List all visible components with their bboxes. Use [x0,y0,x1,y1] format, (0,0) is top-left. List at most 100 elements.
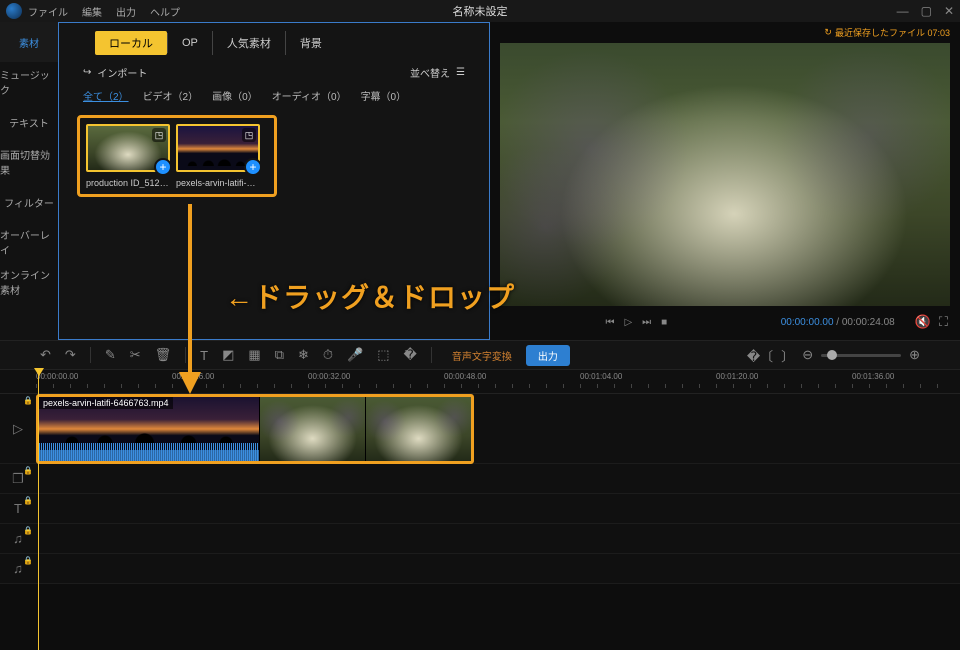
filter-video[interactable]: ビデオ（2） [143,88,199,103]
play-button[interactable]: ▷ [624,317,632,328]
menu-edit[interactable]: 編集 [82,4,102,19]
media-panel: ローカル OP 人気素材 背景 ↪ インポート 並べ替え ☰ 全て（2） ビデオ… [58,22,490,340]
text-tool-icon[interactable]: T [200,348,208,363]
freeze-icon[interactable]: ❄ [298,347,309,363]
undo-button[interactable]: ↶ [40,347,51,363]
camera-icon: ◳ [152,128,166,142]
sort-icon[interactable]: ☰ [456,67,465,78]
delete-icon[interactable]: 🗑 [155,347,172,363]
thumb-caption: pexels-arvin-latifi-64... [176,178,260,188]
sidebar-tab-overlay[interactable]: オーバーレイ [0,222,58,262]
media-thumb[interactable]: ◳ + production ID_51263... [86,124,170,188]
text-track[interactable]: T🔒 [0,494,960,524]
app-logo-icon [6,3,22,19]
timeline-clip-highlight[interactable]: pexels-arvin-latifi-6466763.mp4 [36,394,474,464]
edit-icon[interactable]: ✎ [105,347,116,363]
track-head-video[interactable]: ▷ 🔒 [0,394,36,463]
marker-in-icon[interactable]: �〔 [747,346,773,365]
window-close-button[interactable]: ✕ [944,4,954,18]
media-tab-background[interactable]: 背景 [285,31,336,55]
lock-icon[interactable]: 🔒 [23,556,33,565]
ruler-tick: 00:00:48.00 [444,372,486,381]
mute-icon[interactable]: 🔇 [915,314,931,330]
sidebar-tab-media[interactable]: 素材 [0,22,58,62]
track-head-audio2[interactable]: ♫🔒 [0,554,36,583]
video-track-icon: ▷ [13,421,23,437]
sidebar-tab-transition[interactable]: 画面切替効果 [0,142,58,182]
autosave-status: ↻ 最近保存したファイル 07:03 [490,22,960,39]
record-icon[interactable]: ⬚ [377,347,389,363]
window-maximize-button[interactable]: ▢ [921,4,932,18]
clip-segment[interactable] [259,397,365,461]
title-bar: ファイル 編集 出力 ヘルプ 名称未設定 — ▢ ✕ [0,0,960,22]
audio-track[interactable]: ♫🔒 [0,524,960,554]
lock-icon[interactable]: 🔒 [23,526,33,535]
media-tab-local[interactable]: ローカル [95,31,167,55]
menu-help[interactable]: ヘルプ [150,4,180,19]
window-minimize-button[interactable]: — [897,4,909,18]
color-icon[interactable]: �َ [404,347,417,363]
import-button[interactable]: インポート [97,65,147,80]
prev-frame-button[interactable]: ⏮ [605,317,614,328]
audio-track-icon: ♫ [13,531,23,546]
screenshot-icon[interactable]: ⧉ [275,347,284,363]
filter-image[interactable]: 画像（0） [212,88,258,103]
audio-track-icon: ♫ [13,561,23,576]
timeline-toolbar: ↶ ↷ ✎ ✂ 🗑 T ◩ ▦ ⧉ ❄ ⏱ 🎤 ⬚ �َ 音声文字変換 出力 �… [0,340,960,370]
voice-icon[interactable]: 🎤 [347,347,363,363]
filter-audio[interactable]: オーディオ（0） [272,88,347,103]
sort-label[interactable]: 並べ替え [410,65,450,80]
clip-segment[interactable] [365,397,471,461]
zoom-in-icon[interactable]: ⊕ [909,347,920,363]
add-to-timeline-button[interactable]: + [244,158,262,176]
sidebar-tab-text[interactable]: テキスト [0,102,58,142]
next-frame-button[interactable]: ⏭ [642,317,651,328]
menu-output[interactable]: 出力 [116,4,136,19]
cut-icon[interactable]: ✂ [130,347,141,363]
zoom-out-icon[interactable]: ⊖ [802,347,813,363]
media-thumb[interactable]: ◳ + pexels-arvin-latifi-64... [176,124,260,188]
lock-icon[interactable]: 🔒 [23,496,33,505]
thumb-caption: production ID_51263... [86,178,170,188]
audio-waveform [39,443,259,461]
filter-subtitle[interactable]: 字幕（0） [361,88,407,103]
menu-file[interactable]: ファイル [28,4,68,19]
window-title: 名称未設定 [453,3,508,19]
stop-button[interactable]: ■ [661,317,667,328]
timecode-display: 00:00:00.00 / 00:00:24.08 [781,317,895,328]
lock-icon[interactable]: 🔒 [23,466,33,475]
speed-icon[interactable]: ⏱ [323,347,333,363]
preview-viewport[interactable] [500,43,950,306]
media-filter-row: 全て（2） ビデオ（2） 画像（0） オーディオ（0） 字幕（0） [59,84,489,111]
pip-track[interactable]: ❐🔒 [0,464,960,494]
timeline-ruler[interactable]: 00:00:00.0000:00:16.0000:00:32.0000:00:4… [0,370,960,394]
track-head-pip[interactable]: ❐🔒 [0,464,36,493]
video-track[interactable]: ▷ 🔒 pexels-arvin-latifi-6466763.mp4 [0,394,960,464]
media-tab-op[interactable]: OP [167,33,212,53]
ruler-tick: 00:00:32.00 [308,372,350,381]
ruler-tick: 00:00:16.00 [172,372,214,381]
fullscreen-icon[interactable]: ⛶ [939,314,948,330]
add-to-timeline-button[interactable]: + [154,158,172,176]
sidebar-tab-music[interactable]: ミュージック [0,62,58,102]
ruler-tick: 00:01:36.00 [852,372,894,381]
track-head-text[interactable]: T🔒 [0,494,36,523]
lock-icon[interactable]: 🔒 [23,396,33,405]
audio-track-2[interactable]: ♫🔒 [0,554,960,584]
crop-icon[interactable]: ◩ [222,347,234,363]
mosaic-icon[interactable]: ▦ [248,347,260,363]
filter-all[interactable]: 全て（2） [83,88,129,103]
track-head-audio[interactable]: ♫🔒 [0,524,36,553]
autosave-icon: ↻ [824,27,832,38]
timeline: 00:00:00.0000:00:16.0000:00:32.0000:00:4… [0,370,960,584]
playhead[interactable] [38,370,39,650]
clip-segment[interactable]: pexels-arvin-latifi-6466763.mp4 [39,397,259,461]
media-tab-popular[interactable]: 人気素材 [212,31,285,55]
export-button[interactable]: 出力 [526,345,570,366]
sidebar-tab-online[interactable]: オンライン素材 [0,262,58,302]
redo-button[interactable]: ↷ [65,347,76,363]
marker-out-icon[interactable]: 〕 [781,346,794,365]
speech-to-text-button[interactable]: 音声文字変換 [452,348,512,363]
zoom-slider[interactable] [821,354,901,357]
sidebar-tab-filter[interactable]: フィルター [0,182,58,222]
